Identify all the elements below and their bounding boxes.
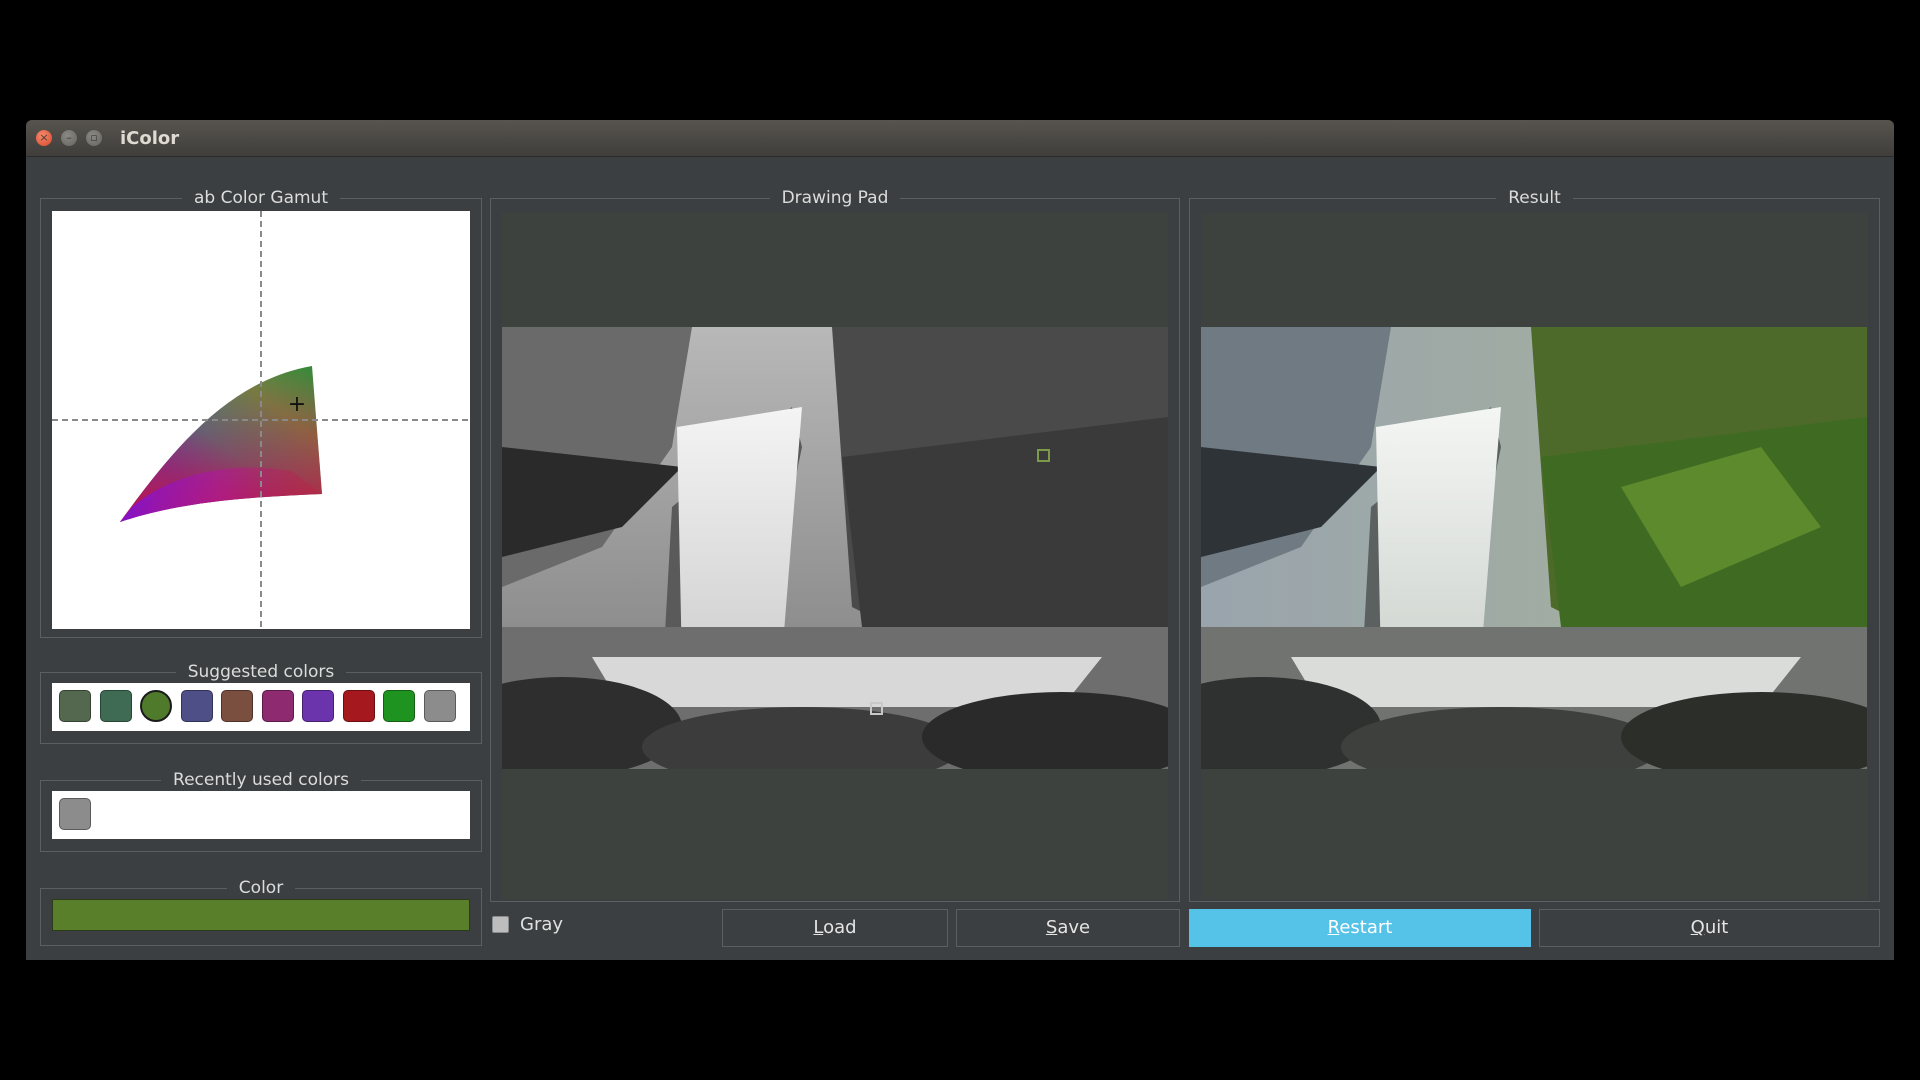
gamut-title: ab Color Gamut — [182, 188, 340, 208]
drawing-pad-title: Drawing Pad — [769, 188, 901, 208]
quit-button-mnemonic: Q — [1690, 917, 1705, 938]
suggested-swatch[interactable] — [261, 690, 294, 722]
grayscale-image[interactable] — [502, 327, 1168, 769]
maximize-icon[interactable]: ▫ — [86, 130, 102, 146]
suggested-swatch-strip — [52, 683, 470, 731]
title-bar: × – ▫ iColor — [26, 120, 1894, 157]
recent-title: Recently used colors — [161, 770, 361, 790]
minimize-icon[interactable]: – — [61, 130, 77, 146]
load-button-label: oad — [823, 917, 857, 938]
gamut-canvas[interactable]: + — [52, 211, 470, 629]
suggested-swatch[interactable] — [99, 690, 132, 722]
suggested-group: Suggested colors — [40, 662, 482, 744]
suggested-swatch[interactable] — [342, 690, 375, 722]
load-button[interactable]: Load — [722, 909, 948, 947]
gamut-plot[interactable]: + — [52, 211, 470, 629]
close-icon[interactable]: × — [36, 130, 52, 146]
result-canvas — [1201, 213, 1868, 899]
restart-button[interactable]: Restart — [1189, 909, 1531, 947]
app-window: × – ▫ iColor ab Color Gamut + Suggested … — [26, 120, 1894, 960]
gray-checkbox-label[interactable]: Gray — [520, 914, 563, 935]
save-button[interactable]: Save — [956, 909, 1180, 947]
suggested-title: Suggested colors — [175, 662, 347, 682]
suggested-swatch[interactable] — [221, 690, 253, 722]
result-title: Result — [1496, 188, 1573, 208]
suggested-swatch[interactable] — [180, 690, 213, 722]
gamut-group: ab Color Gamut + — [40, 188, 482, 638]
recent-group: Recently used colors — [40, 770, 482, 852]
recent-swatch-strip — [52, 791, 470, 839]
suggested-swatch[interactable] — [302, 690, 334, 722]
gamut-region-magenta — [120, 467, 322, 522]
suggested-swatch[interactable] — [140, 690, 172, 722]
restart-button-label: estart — [1339, 917, 1393, 938]
suggested-swatch[interactable] — [59, 690, 91, 722]
colorized-image — [1201, 327, 1867, 769]
save-button-label: ave — [1057, 917, 1091, 938]
suggested-swatch[interactable] — [423, 690, 456, 722]
load-button-mnemonic: L — [813, 917, 824, 938]
drawing-pad-group: Drawing Pad — [490, 188, 1180, 902]
restart-button-mnemonic: R — [1327, 917, 1340, 938]
gamut-cursor: + — [288, 392, 306, 417]
color-group: Color — [40, 878, 482, 946]
gray-checkbox[interactable] — [492, 916, 509, 933]
recent-swatch[interactable] — [59, 798, 91, 830]
quit-button-label: uit — [1704, 917, 1729, 938]
drawing-pad-canvas[interactable] — [502, 213, 1168, 899]
color-title: Color — [226, 878, 296, 898]
quit-button[interactable]: Quit — [1539, 909, 1880, 947]
result-group: Result — [1189, 188, 1880, 902]
window-title: iColor — [120, 128, 180, 149]
suggested-swatch[interactable] — [383, 690, 415, 722]
current-color-bar[interactable] — [52, 899, 470, 931]
save-button-mnemonic: S — [1045, 917, 1058, 938]
